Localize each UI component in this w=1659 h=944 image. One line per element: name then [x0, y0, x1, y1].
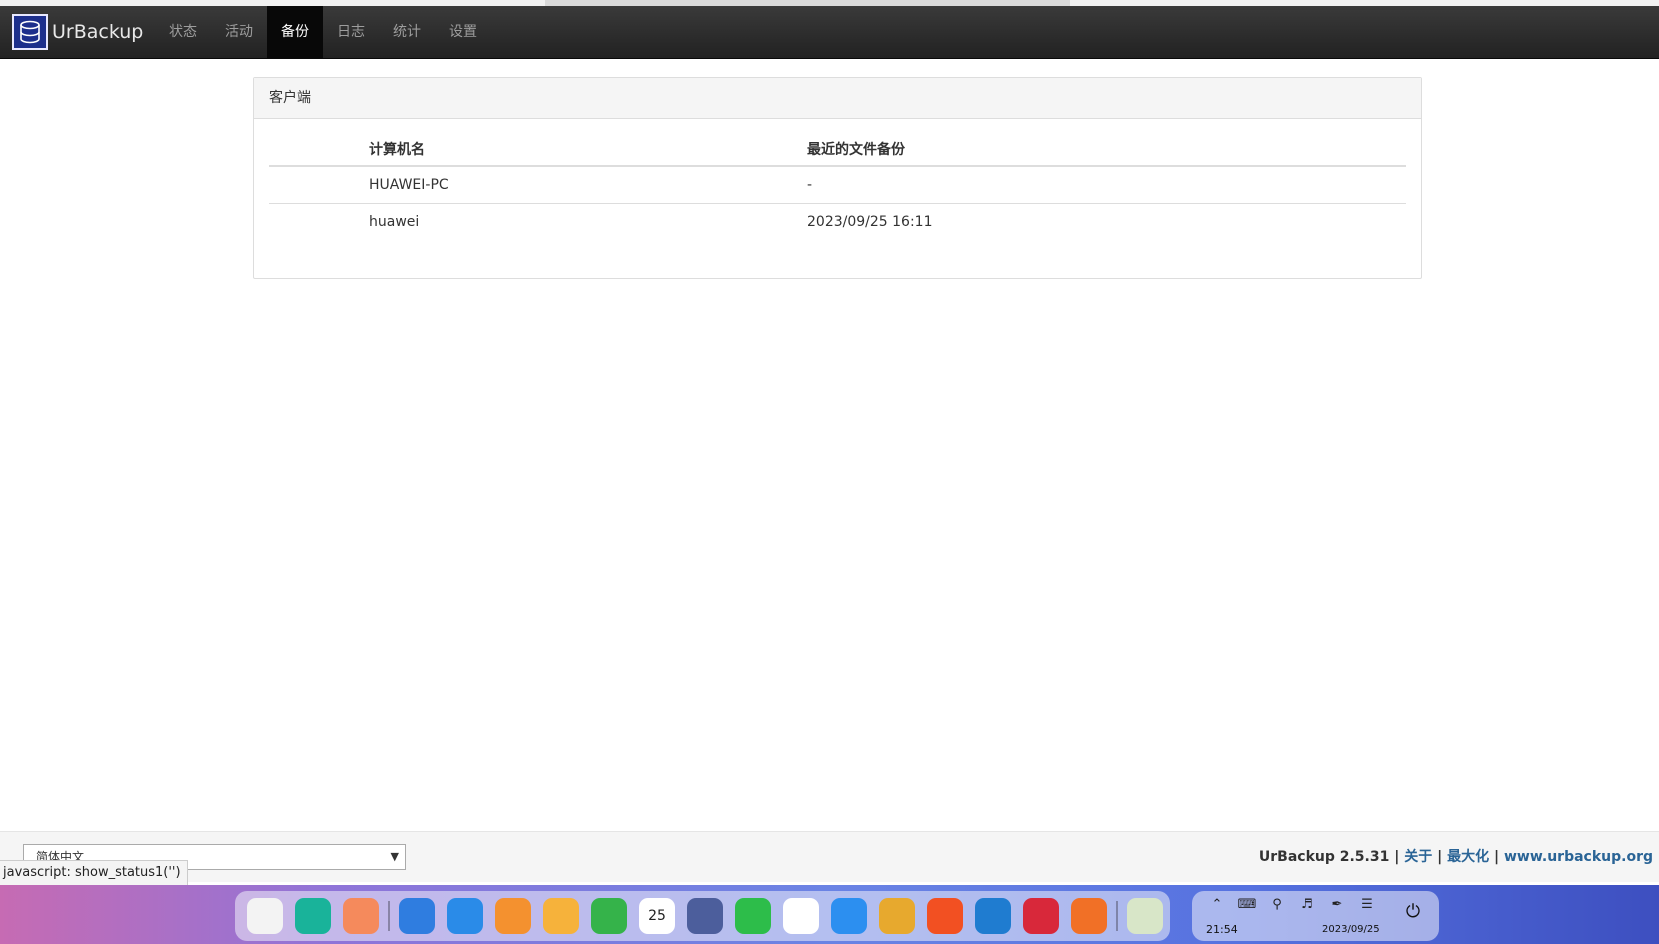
nav-item-backups[interactable]: 备份 — [267, 6, 323, 58]
client-name[interactable]: huawei — [369, 203, 807, 240]
table-header-row: 计算机名 最近的文件备份 — [269, 133, 1406, 167]
website-link[interactable]: www.urbackup.org — [1504, 849, 1653, 865]
settings-icon[interactable] — [687, 898, 723, 934]
client-name[interactable]: HUAWEI-PC — [369, 165, 807, 204]
brand[interactable]: UrBackup — [12, 13, 143, 51]
clock-time[interactable]: 21:54 — [1206, 923, 1238, 936]
file-manager-icon[interactable] — [399, 898, 435, 934]
image-viewer-icon[interactable] — [543, 898, 579, 934]
last-file-backup: - — [807, 165, 1406, 204]
toggle-icon[interactable]: ☰ — [1352, 897, 1382, 912]
main-nav: 状态 活动 备份 日志 统计 设置 — [155, 6, 491, 58]
nav-item-settings[interactable]: 设置 — [435, 6, 491, 58]
dock-separator — [1116, 901, 1118, 931]
nav-item-statistics[interactable]: 统计 — [379, 6, 435, 58]
firefox-icon[interactable] — [1071, 898, 1107, 934]
nav-item-activities[interactable]: 活动 — [211, 6, 267, 58]
dock-separator — [388, 901, 390, 931]
taskbar-dock: 25 — [235, 891, 1170, 941]
panel-title: 客户端 — [254, 78, 1421, 119]
pen-icon[interactable]: ✒ — [1322, 897, 1352, 912]
power-icon[interactable]: ⏻ — [1397, 895, 1429, 927]
volume-icon[interactable]: ♬ — [1292, 897, 1322, 912]
chevron-up-icon[interactable]: ⌃ — [1202, 897, 1232, 912]
launcher-icon[interactable] — [247, 898, 283, 934]
footer-separator: | — [1437, 849, 1443, 865]
footer-separator: | — [1394, 849, 1400, 865]
messenger-icon[interactable] — [831, 898, 867, 934]
footer-separator: | — [1493, 849, 1500, 865]
shop-icon[interactable] — [495, 898, 531, 934]
virtualbox-icon[interactable] — [879, 898, 915, 934]
version-text: UrBackup 2.5.31 — [1258, 849, 1390, 865]
table-row[interactable]: huawei 2023/09/25 16:11 — [269, 203, 1406, 240]
clients-panel: 客户端 计算机名 最近的文件备份 HUAWEI-PC - huawei 2023… — [253, 77, 1422, 279]
app-store-icon[interactable] — [343, 898, 379, 934]
music-icon[interactable] — [591, 898, 627, 934]
nav-item-logs[interactable]: 日志 — [323, 6, 379, 58]
table-row[interactable]: HUAWEI-PC - — [269, 165, 1406, 204]
keyboard-icon[interactable]: ⌨ — [1232, 897, 1262, 912]
wechat-icon[interactable] — [735, 898, 771, 934]
media-player-icon[interactable] — [927, 898, 963, 934]
clock-date[interactable]: 2023/09/25 — [1322, 924, 1380, 935]
calendar-icon[interactable]: 25 — [639, 898, 675, 934]
trash-icon[interactable] — [1127, 898, 1163, 934]
table-header-spacer — [269, 133, 369, 167]
remote-terminal-icon[interactable] — [1023, 898, 1059, 934]
brand-name: UrBackup — [52, 21, 144, 43]
database-logo-icon — [12, 14, 48, 50]
vscode-icon[interactable] — [975, 898, 1011, 934]
terminal-app-icon[interactable] — [295, 898, 331, 934]
column-header-computer-name[interactable]: 计算机名 — [369, 133, 807, 167]
browser-icon[interactable] — [447, 898, 483, 934]
column-header-last-file-backup[interactable]: 最近的文件备份 — [807, 133, 1406, 167]
footer: 简体中文 ▼ UrBackup 2.5.31 | 关于 | 最大化 | www.… — [0, 831, 1659, 882]
search-icon[interactable]: ⚲ — [1262, 897, 1292, 912]
table-cell-spacer — [269, 165, 369, 204]
clients-table: 计算机名 最近的文件备份 HUAWEI-PC - huawei 2023/09/… — [269, 133, 1406, 240]
table-cell-spacer — [269, 203, 369, 240]
last-file-backup: 2023/09/25 16:11 — [807, 203, 1406, 240]
browser-status-tooltip: javascript: show_status1('') — [0, 860, 188, 886]
about-link[interactable]: 关于 — [1404, 849, 1432, 865]
maximize-link[interactable]: 最大化 — [1447, 849, 1489, 865]
chevron-down-icon: ▼ — [390, 850, 399, 863]
navbar: UrBackup 状态 活动 备份 日志 统计 设置 — [0, 6, 1659, 59]
qq-icon[interactable] — [783, 898, 819, 934]
footer-links: UrBackup 2.5.31 | 关于 | 最大化 | www.urbacku… — [1259, 846, 1653, 866]
nav-item-status[interactable]: 状态 — [155, 6, 211, 58]
desktop-background: 25 ⌃ ⌨ ⚲ ♬ ✒ ☰ 21:54 2023/09/25 ⏻ — [0, 885, 1659, 944]
